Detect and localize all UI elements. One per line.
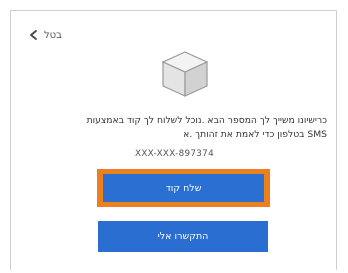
message-line-2: SMS בטלפון כדי לאמת את זהותך .א: [183, 129, 327, 140]
message-line-1: כרישיונו משייך לך המספר הבא .נוכל לשלוח …: [86, 115, 327, 126]
send-code-button[interactable]: שלח קוד: [103, 174, 264, 202]
masked-phone-number: XXX-XXX-897374: [135, 149, 214, 159]
verification-message: כרישיונו משייך לך המספר הבא .נוכל לשלוח …: [31, 114, 327, 142]
verification-dialog: בטל כרישיונו משייך לך המספר הבא .נוכל לש…: [10, 10, 337, 270]
back-link[interactable]: בטל: [28, 29, 62, 41]
cube-icon: [161, 51, 209, 97]
chevron-left-icon: [30, 30, 37, 40]
back-label: בטל: [44, 29, 62, 41]
call-me-button[interactable]: התקשרו אלי: [98, 221, 268, 252]
